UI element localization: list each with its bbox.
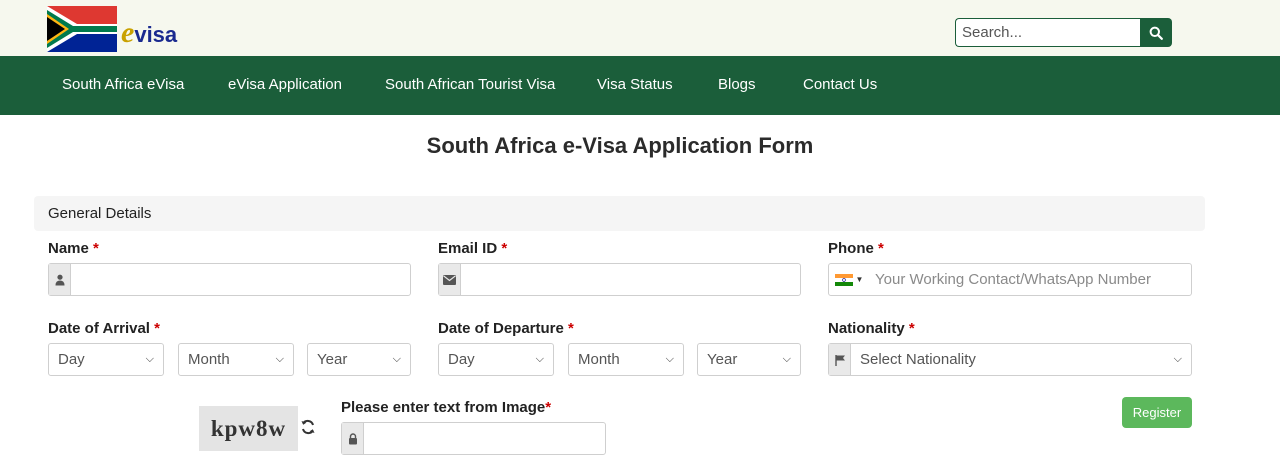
main-nav: South Africa eVisa eVisa Application Sou… bbox=[0, 56, 1280, 115]
nav-tourist-visa[interactable]: South African Tourist Visa bbox=[385, 76, 555, 93]
search-button[interactable] bbox=[1140, 18, 1172, 47]
phone-input[interactable] bbox=[869, 264, 1191, 295]
nav-evisa-application[interactable]: eVisa Application bbox=[228, 76, 342, 93]
page-title: South Africa e-Visa Application Form bbox=[426, 133, 814, 158]
caret-down-icon: ▼ bbox=[855, 275, 864, 284]
nav-south-africa-evisa[interactable]: South Africa eVisa bbox=[62, 76, 184, 93]
phone-field-group: ▼ bbox=[828, 263, 1192, 296]
site-logo[interactable]: evisa bbox=[47, 6, 177, 54]
india-flag-icon bbox=[834, 273, 853, 286]
arrival-label: Date of Arrival * bbox=[48, 320, 160, 337]
refresh-captcha-icon[interactable] bbox=[300, 418, 316, 436]
register-button[interactable]: Register bbox=[1122, 397, 1192, 428]
captcha-field-group bbox=[341, 422, 606, 455]
email-field-group bbox=[438, 263, 801, 296]
chevron-down-icon: ⌵ bbox=[275, 353, 284, 365]
departure-month-select[interactable]: Month ⌵ bbox=[568, 343, 684, 376]
lock-icon bbox=[342, 423, 364, 454]
captcha-image: kpw8w bbox=[199, 406, 298, 451]
flag-icon bbox=[829, 344, 851, 375]
departure-year-select[interactable]: Year ⌵ bbox=[697, 343, 801, 376]
nationality-label: Nationality * bbox=[828, 320, 915, 337]
departure-day-select[interactable]: Day ⌵ bbox=[438, 343, 554, 376]
user-icon bbox=[49, 264, 71, 295]
arrival-month-select[interactable]: Month ⌵ bbox=[178, 343, 294, 376]
chevron-down-icon: ⌵ bbox=[392, 353, 401, 365]
chevron-down-icon: ⌵ bbox=[665, 353, 674, 365]
chevron-down-icon: ⌵ bbox=[145, 353, 154, 365]
chevron-down-icon: ⌵ bbox=[535, 353, 544, 365]
nav-contact-us[interactable]: Contact Us bbox=[803, 76, 877, 93]
captcha-label: Please enter text from Image* bbox=[341, 399, 552, 416]
name-field-group bbox=[48, 263, 411, 296]
top-header: evisa bbox=[0, 0, 1280, 56]
south-africa-flag-icon bbox=[47, 6, 117, 52]
country-code-selector[interactable]: ▼ bbox=[829, 264, 869, 295]
chevron-down-icon: ⌵ bbox=[1173, 353, 1182, 365]
chevron-down-icon: ⌵ bbox=[782, 353, 791, 365]
arrival-year-select[interactable]: Year ⌵ bbox=[307, 343, 411, 376]
nav-blogs[interactable]: Blogs bbox=[718, 76, 756, 93]
arrival-day-select[interactable]: Day ⌵ bbox=[48, 343, 164, 376]
name-label: Name * bbox=[48, 240, 99, 257]
nav-visa-status[interactable]: Visa Status bbox=[597, 76, 673, 93]
nationality-select[interactable]: Select Nationality ⌵ bbox=[828, 343, 1192, 376]
logo-text: evisa bbox=[121, 16, 178, 49]
phone-label: Phone * bbox=[828, 240, 884, 257]
email-label: Email ID * bbox=[438, 240, 508, 257]
email-input[interactable] bbox=[461, 264, 800, 295]
envelope-icon bbox=[439, 264, 461, 295]
search-input[interactable] bbox=[955, 18, 1141, 47]
name-input[interactable] bbox=[71, 264, 410, 295]
section-header-general-details: General Details bbox=[34, 196, 1205, 231]
captcha-input[interactable] bbox=[364, 423, 605, 454]
departure-label: Date of Departure * bbox=[438, 320, 574, 337]
search-icon bbox=[1149, 26, 1163, 40]
